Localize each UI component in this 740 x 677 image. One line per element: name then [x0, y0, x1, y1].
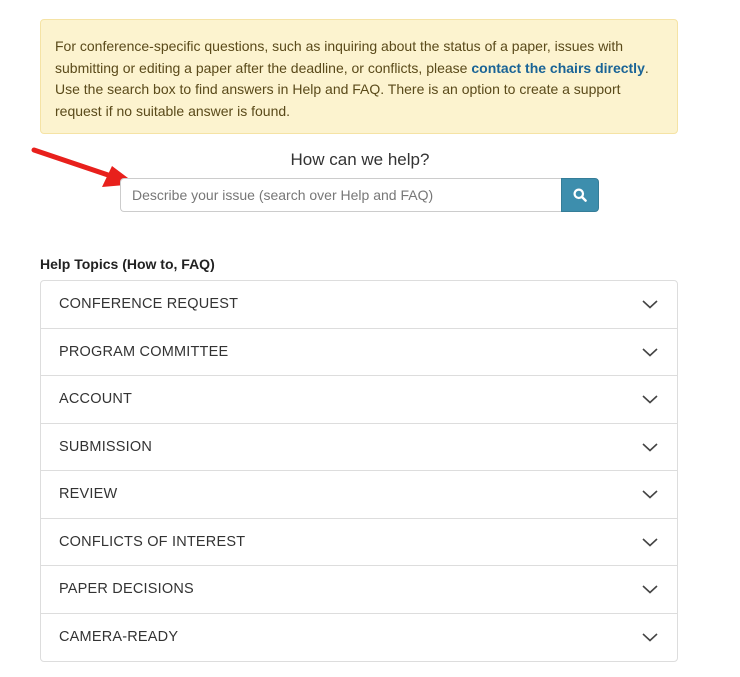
- help-title: How can we help?: [290, 150, 430, 169]
- topic-account[interactable]: ACCOUNT: [41, 376, 677, 424]
- contact-chairs-link[interactable]: contact the chairs directly: [471, 60, 645, 76]
- search-button[interactable]: [561, 178, 599, 212]
- topic-label: CONFLICTS OF INTEREST: [59, 533, 246, 550]
- topic-paper-decisions[interactable]: PAPER DECISIONS: [41, 566, 677, 614]
- chevron-down-icon: [642, 633, 658, 642]
- topic-conference-request[interactable]: CONFERENCE REQUEST: [41, 281, 677, 329]
- topic-label: ACCOUNT: [59, 391, 133, 408]
- help-topics-accordion: CONFERENCE REQUEST PROGRAM COMMITTEE ACC…: [40, 280, 678, 662]
- topic-program-committee[interactable]: PROGRAM COMMITTEE: [41, 329, 677, 376]
- search-icon: [573, 188, 587, 202]
- topic-camera-ready[interactable]: CAMERA-READY: [41, 614, 677, 662]
- chevron-down-icon: [642, 490, 658, 499]
- chevron-down-icon: [642, 443, 658, 452]
- topic-label: PAPER DECISIONS: [59, 581, 194, 598]
- chevron-down-icon: [642, 585, 658, 594]
- chevron-down-icon: [642, 538, 658, 547]
- topic-label: CAMERA-READY: [59, 629, 179, 646]
- topic-label: PROGRAM COMMITTEE: [59, 343, 229, 360]
- help-topics-heading: Help Topics (How to, FAQ): [40, 256, 215, 272]
- chevron-down-icon: [642, 300, 658, 309]
- search-input[interactable]: [120, 178, 561, 212]
- topic-label: SUBMISSION: [59, 438, 153, 455]
- topic-label: CONFERENCE REQUEST: [59, 296, 239, 313]
- chevron-down-icon: [642, 395, 658, 404]
- chevron-down-icon: [642, 348, 658, 357]
- info-notice: For conference-specific questions, such …: [40, 19, 678, 134]
- topic-label: REVIEW: [59, 486, 118, 503]
- topic-submission[interactable]: SUBMISSION: [41, 424, 677, 471]
- topic-conflicts-of-interest[interactable]: CONFLICTS OF INTEREST: [41, 519, 677, 566]
- search-bar: [120, 178, 599, 212]
- topic-review[interactable]: REVIEW: [41, 471, 677, 519]
